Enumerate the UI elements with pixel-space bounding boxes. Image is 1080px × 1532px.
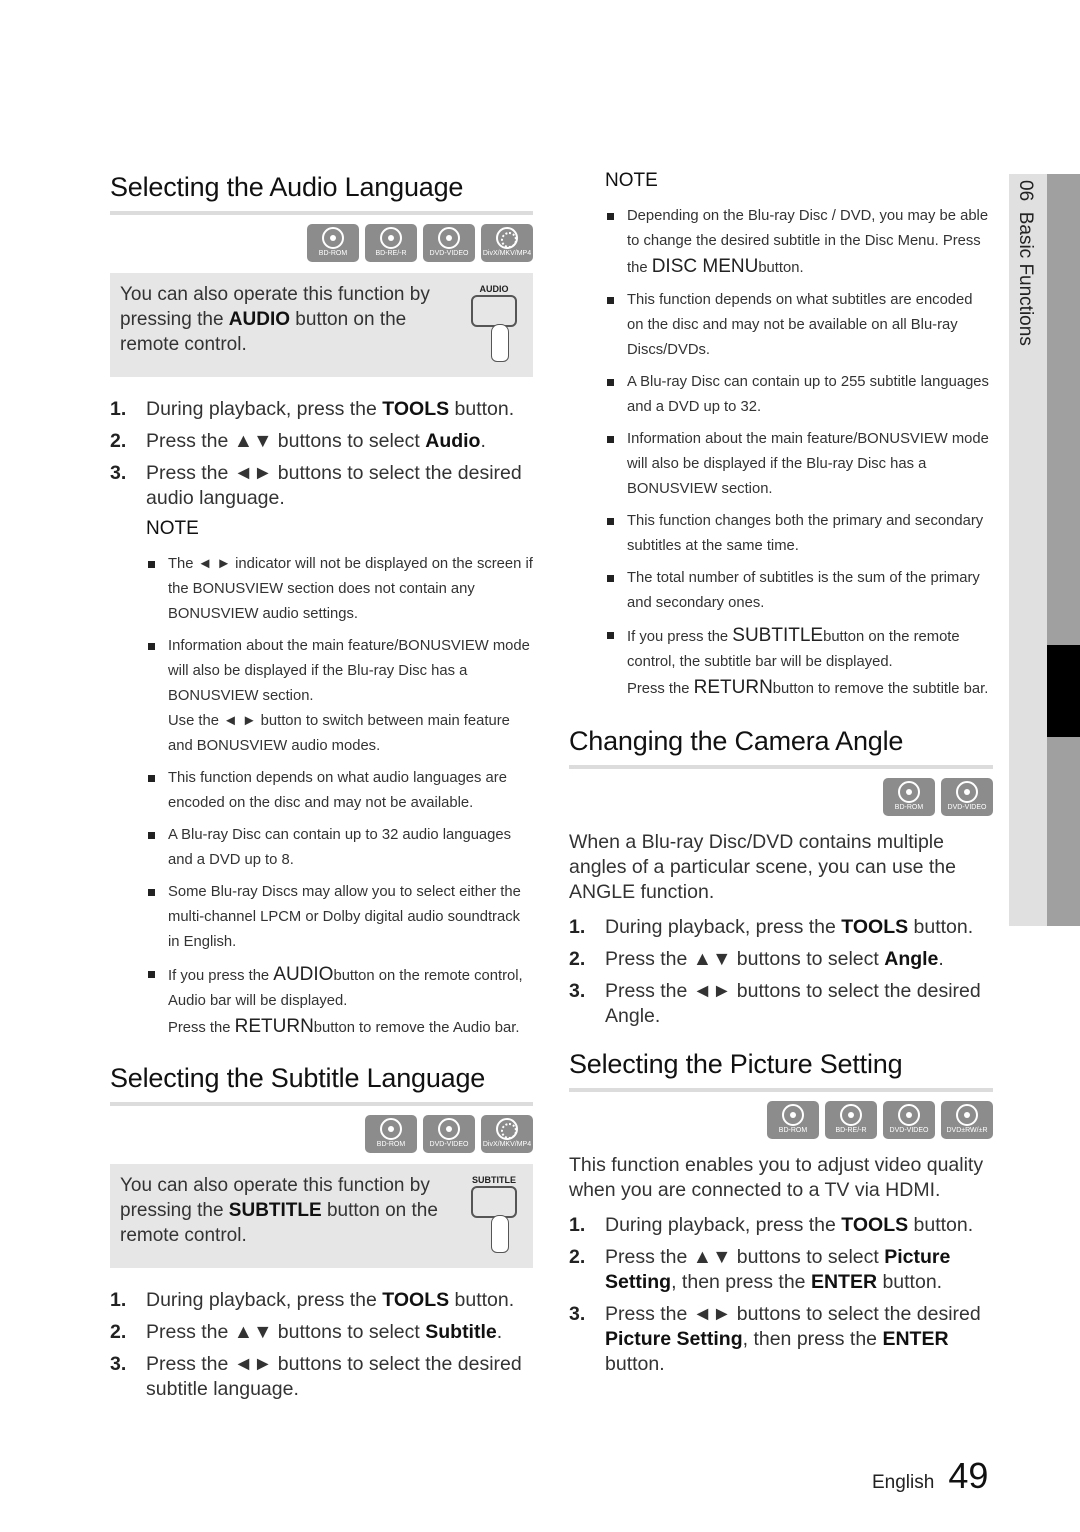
chapter-tab-label: 06 Basic Functions <box>1014 180 1036 346</box>
step-item: 3. Press the ◄► buttons to select the des… <box>110 462 522 509</box>
note-item: If you press the AUDIObutton on the remo… <box>148 962 533 1041</box>
steps-list: 1. During playback, press the TOOLS butto… <box>569 1213 993 1377</box>
left-column: Selecting the Audio Language BD-ROM BD-R… <box>110 170 533 1409</box>
disc-type-icons: BD-ROM DVD-VIDEO DivX/MKV/MP4 <box>110 1115 533 1153</box>
note-item: The total number of subtitles is the sum… <box>607 566 993 616</box>
note-heading: NOTE <box>146 518 199 539</box>
bd-rom-icon: BD-ROM <box>307 224 359 262</box>
steps-list: 1. During playback, press the TOOLS butto… <box>110 1288 533 1402</box>
pointing-hand-icon <box>491 324 509 362</box>
tip-text: You can also operate this function by pr… <box>120 284 430 355</box>
dvd-video-icon: DVD-VIDEO <box>883 1101 935 1139</box>
step-item: 2. Press the ▲▼ buttons to select Subtitl… <box>110 1321 503 1343</box>
tip-box: You can also operate this function by pr… <box>110 1164 533 1268</box>
note-item: This function depends on what audio lang… <box>148 766 533 816</box>
note-item: A Blu-ray Disc can contain up to 32 audi… <box>148 823 533 873</box>
dvd-video-icon: DVD-VIDEO <box>423 1115 475 1153</box>
step-item: 2. Press the ▲▼ buttons to select Picture… <box>569 1246 951 1293</box>
chapter-number: 06 <box>1015 180 1036 202</box>
page-footer: English 49 <box>872 1455 988 1497</box>
subtitle-notes-list: Depending on the Blu-ray Disc / DVD, you… <box>607 204 993 702</box>
subtitle-language-section: Selecting the Subtitle Language BD-ROM D… <box>110 1061 533 1402</box>
note-item: The ◄ ► indicator will not be displayed … <box>148 552 533 627</box>
title-rule <box>110 211 533 215</box>
divx-mkv-mp4-icon: DivX/MKV/MP4 <box>481 1115 533 1153</box>
note-item: Information about the main feature/BONUS… <box>607 427 993 502</box>
bd-rom-icon: BD-ROM <box>767 1101 819 1139</box>
tip-box: You can also operate this function by pr… <box>110 273 533 377</box>
step-item: 1. During playback, press the TOOLS butto… <box>569 1214 974 1236</box>
dvd-video-icon: DVD-VIDEO <box>423 224 475 262</box>
section-title: Selecting the Picture Setting <box>569 1049 903 1079</box>
step-item: 1. During playback, press the TOOLS butto… <box>110 398 515 420</box>
chapter-tab-marker <box>1047 645 1080 737</box>
chapter-tab-strip <box>1047 174 1080 926</box>
step-item: 2. Press the ▲▼ buttons to select Angle. <box>569 948 944 970</box>
section-intro: When a Blu-ray Disc/DVD contains multipl… <box>569 831 956 903</box>
bd-rom-icon: BD-ROM <box>365 1115 417 1153</box>
step-item: 2. Press the ▲▼ buttons to select Audio. <box>110 430 486 452</box>
remote-button-icon: AUDIO <box>469 284 519 364</box>
note-item: This function changes both the primary a… <box>607 509 993 559</box>
section-intro: This function enables you to adjust vide… <box>569 1154 984 1201</box>
step-item: 1. During playback, press the TOOLS butto… <box>110 1289 515 1311</box>
remote-button-icon: SUBTITLE <box>469 1175 519 1255</box>
right-column: NOTE Depending on the Blu-ray Disc / DVD… <box>569 170 993 1384</box>
note-item: Some Blu-ray Discs may allow you to sele… <box>148 880 533 955</box>
note-item: This function depends on what subtitles … <box>607 288 993 363</box>
title-rule <box>110 1102 533 1106</box>
steps-list: 1. During playback, press the TOOLS butto… <box>110 397 533 511</box>
camera-angle-section: Changing the Camera Angle BD-ROM DVD-VID… <box>569 724 993 1029</box>
dvd-rw-r-icon: DVD±RW/±R <box>941 1101 993 1139</box>
page-number: 49 <box>948 1455 989 1496</box>
steps-list: 1. During playback, press the TOOLS butto… <box>569 915 993 1029</box>
divx-mkv-mp4-icon: DivX/MKV/MP4 <box>481 224 533 262</box>
title-rule <box>569 1088 993 1092</box>
note-item: Depending on the Blu-ray Disc / DVD, you… <box>607 204 993 281</box>
audio-language-section: Selecting the Audio Language BD-ROM BD-R… <box>110 170 533 1041</box>
step-item: 3. Press the ◄► buttons to select the des… <box>569 1303 981 1375</box>
step-item: 3. Press the ◄► buttons to select the des… <box>110 1353 522 1400</box>
note-item: If you press the SUBTITLEbutton on the r… <box>607 623 993 702</box>
section-title: Selecting the Subtitle Language <box>110 1063 486 1093</box>
bd-re-r-icon: BD-RE/-R <box>825 1101 877 1139</box>
disc-type-icons: BD-ROM DVD-VIDEO <box>569 778 993 816</box>
title-rule <box>569 765 993 769</box>
picture-setting-section: Selecting the Picture Setting BD-ROM BD-… <box>569 1047 993 1377</box>
section-title: Changing the Camera Angle <box>569 726 904 756</box>
tip-text: You can also operate this function by pr… <box>120 1175 438 1246</box>
footer-language: English <box>872 1472 935 1493</box>
step-item: 3. Press the ◄► buttons to select the des… <box>569 980 981 1027</box>
bd-re-r-icon: BD-RE/-R <box>365 224 417 262</box>
notes-list: The ◄ ► indicator will not be displayed … <box>148 552 533 1041</box>
step-item: 1. During playback, press the TOOLS butto… <box>569 916 974 938</box>
note-heading: NOTE <box>605 170 658 191</box>
chapter-title: Basic Functions <box>1015 211 1036 346</box>
dvd-video-icon: DVD-VIDEO <box>941 778 993 816</box>
disc-type-icons: BD-ROM BD-RE/-R DVD-VIDEO DVD±RW/±R <box>569 1101 993 1139</box>
note-item: Information about the main feature/BONUS… <box>148 634 533 759</box>
bd-rom-icon: BD-ROM <box>883 778 935 816</box>
section-title: Selecting the Audio Language <box>110 172 464 202</box>
pointing-hand-icon <box>491 1215 509 1253</box>
disc-type-icons: BD-ROM BD-RE/-R DVD-VIDEO DivX/MKV/MP4 <box>110 224 533 262</box>
note-item: A Blu-ray Disc can contain up to 255 sub… <box>607 370 993 420</box>
